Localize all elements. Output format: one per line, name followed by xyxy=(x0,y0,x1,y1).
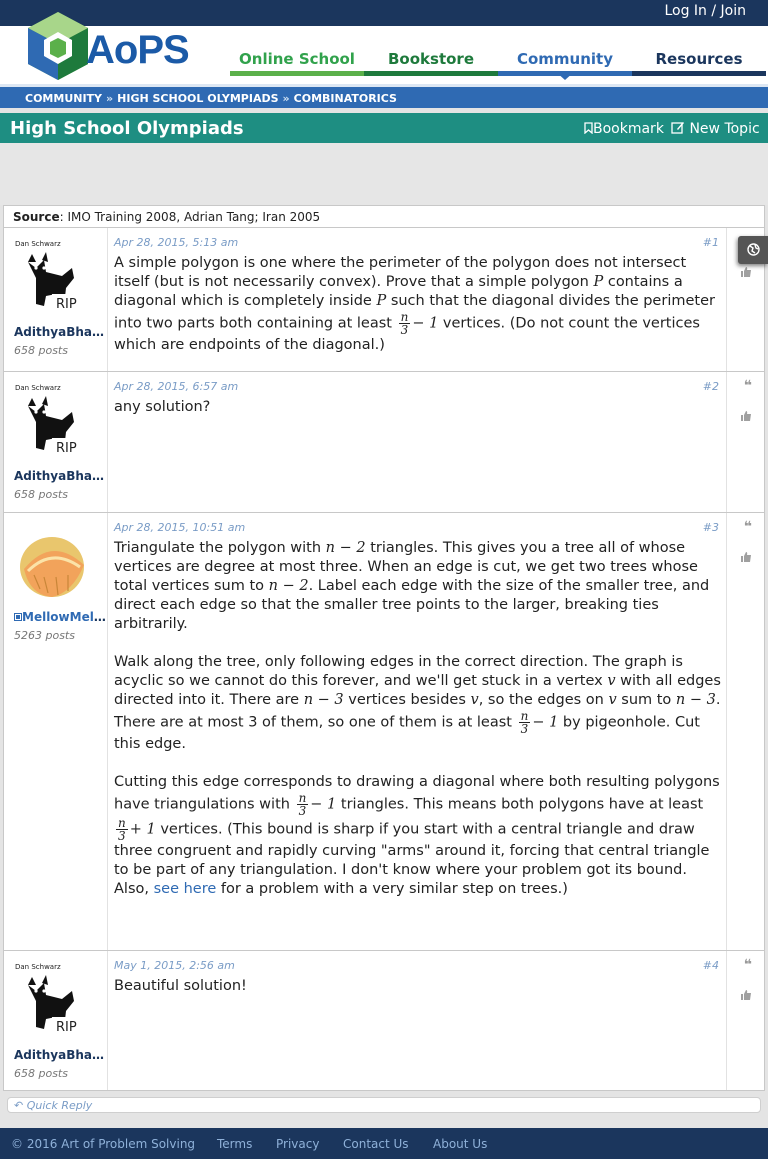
post-date: Apr 28, 2015, 10:51 am xyxy=(114,521,246,534)
svg-text:Dan Schwarz: Dan Schwarz xyxy=(15,963,61,971)
nav-label: Online School xyxy=(239,50,355,68)
globe-button[interactable] xyxy=(738,236,768,264)
nav-online-school[interactable]: Online School xyxy=(230,48,364,76)
math-fraction: n3 xyxy=(116,816,128,843)
source-text: : IMO Training 2008, Adrian Tang; Iran 2… xyxy=(59,210,321,224)
footer-about-link[interactable]: About Us xyxy=(433,1137,487,1151)
post-body: any solution? xyxy=(114,399,211,415)
post-body: Beautiful solution! xyxy=(114,978,247,994)
post-date: Apr 28, 2015, 5:13 am xyxy=(114,236,239,249)
source-label: Source xyxy=(13,210,60,224)
post-1: Dan Schwarz RIP AdithyaBhas... 658 posts… xyxy=(3,228,765,372)
post-author-panel: MellowMelon 5263 posts xyxy=(4,513,108,950)
svg-text:RIP: RIP xyxy=(56,297,77,312)
breadcrumb-separator: » xyxy=(106,92,114,105)
post-number[interactable]: #3 xyxy=(703,521,719,534)
breadcrumb-hso[interactable]: HIGH SCHOOL OLYMPIADS xyxy=(117,92,278,105)
bookmark-button[interactable]: Bookmark xyxy=(584,121,664,137)
black-cat-avatar-icon: Dan Schwarz RIP xyxy=(15,240,80,312)
thumbs-up-icon[interactable] xyxy=(740,551,752,563)
post-body: Triangulate the polygon with n − 2 trian… xyxy=(114,540,721,897)
svg-text:RIP: RIP xyxy=(56,441,77,456)
forum-title[interactable]: High School Olympiads xyxy=(10,118,244,139)
post-actions: ❝ xyxy=(726,372,764,512)
post-author[interactable]: AdithyaBhas... xyxy=(14,1048,106,1062)
svg-text:Dan Schwarz: Dan Schwarz xyxy=(15,384,61,392)
ad-space xyxy=(0,143,768,205)
bookmark-icon xyxy=(584,122,593,135)
post-4: Dan Schwarz RIP AdithyaBhas... 658 posts… xyxy=(3,951,765,1091)
footer-terms-link[interactable]: Terms xyxy=(217,1137,252,1151)
mod-badge-icon xyxy=(14,613,22,621)
post-actions: ❝ xyxy=(726,513,764,950)
nav-label: Resources xyxy=(655,50,743,68)
black-cat-avatar-icon: Dan Schwarz RIP xyxy=(15,384,80,456)
author-post-count: 5263 posts xyxy=(14,629,75,642)
login-join-link[interactable]: Log In / Join xyxy=(664,3,746,19)
svg-text:RIP: RIP xyxy=(56,1020,77,1035)
bookmark-label: Bookmark xyxy=(593,121,664,137)
quote-icon[interactable]: ❝ xyxy=(744,957,752,973)
black-cat-avatar-icon: Dan Schwarz RIP xyxy=(15,963,80,1035)
active-nav-caret xyxy=(556,72,574,80)
reply-icon: ↶ xyxy=(14,1099,24,1112)
globe-icon xyxy=(747,243,760,256)
logo-cube-icon xyxy=(28,12,88,80)
thumbs-up-icon[interactable] xyxy=(740,989,752,1001)
post-date: Apr 28, 2015, 6:57 am xyxy=(114,380,239,393)
breadcrumb: COMMUNITY» HIGH SCHOOL OLYMPIADS» COMBINAT… xyxy=(0,84,768,108)
post-3: MellowMelon 5263 posts Apr 28, 2015, 10:… xyxy=(3,513,765,951)
new-topic-button[interactable]: New Topic xyxy=(671,121,760,137)
avatar[interactable] xyxy=(14,523,92,601)
footer-contact-link[interactable]: Contact Us xyxy=(343,1137,409,1151)
new-topic-label: New Topic xyxy=(689,121,760,137)
avatar[interactable]: Dan Schwarz RIP xyxy=(14,382,92,460)
see-here-link[interactable]: see here xyxy=(154,881,217,897)
breadcrumb-separator: » xyxy=(282,92,290,105)
nav-bookstore[interactable]: Bookstore xyxy=(364,48,498,76)
post-author[interactable]: AdithyaBhas... xyxy=(14,325,106,339)
quick-reply-button[interactable]: ↶ Quick Reply xyxy=(7,1097,761,1113)
footer-copyright: © 2016 Art of Problem Solving xyxy=(11,1137,196,1151)
quote-icon[interactable]: ❝ xyxy=(744,519,752,535)
melon-avatar-icon xyxy=(20,537,84,597)
post-author[interactable]: MellowMelon xyxy=(14,610,106,624)
footer: © 2016 Art of Problem Solving Terms Priv… xyxy=(0,1128,768,1159)
post-number[interactable]: #2 xyxy=(703,380,719,393)
post-author-panel: Dan Schwarz RIP AdithyaBhas... 658 posts xyxy=(4,951,108,1090)
nav-label: Bookstore xyxy=(388,50,474,68)
edit-icon xyxy=(671,122,684,134)
avatar[interactable]: Dan Schwarz RIP xyxy=(14,961,92,1039)
post-date: May 1, 2015, 2:56 am xyxy=(114,959,235,972)
footer-privacy-link[interactable]: Privacy xyxy=(276,1137,319,1151)
breadcrumb-community[interactable]: COMMUNITY xyxy=(25,92,102,105)
avatar[interactable]: Dan Schwarz RIP xyxy=(14,238,92,316)
author-post-count: 658 posts xyxy=(14,344,68,357)
quote-icon[interactable]: ❝ xyxy=(744,378,752,394)
nav-label: Community xyxy=(516,50,614,68)
thumbs-up-icon[interactable] xyxy=(740,266,752,278)
quick-reply-label: Quick Reply xyxy=(26,1099,93,1112)
math-fraction: n3 xyxy=(518,709,531,736)
post-author-panel: Dan Schwarz RIP AdithyaBhas... 658 posts xyxy=(4,372,108,512)
post-number[interactable]: #4 xyxy=(703,959,719,972)
breadcrumb-combinatorics[interactable]: COMBINATORICS xyxy=(294,92,397,105)
post-2: Dan Schwarz RIP AdithyaBhas... 658 posts… xyxy=(3,372,765,513)
thumbs-up-icon[interactable] xyxy=(740,410,752,422)
post-author[interactable]: AdithyaBhas... xyxy=(14,469,106,483)
author-post-count: 658 posts xyxy=(14,1067,68,1080)
math-fraction: n3 xyxy=(296,791,309,818)
svg-text:Dan Schwarz: Dan Schwarz xyxy=(15,240,61,248)
post-author-panel: Dan Schwarz RIP AdithyaBhas... 658 posts xyxy=(4,228,108,371)
author-post-count: 658 posts xyxy=(14,488,68,501)
post-actions: ❝ xyxy=(726,951,764,1090)
nav-resources[interactable]: Resources xyxy=(632,48,766,76)
topic-source: Source: IMO Training 2008, Adrian Tang; … xyxy=(3,205,765,228)
math-fraction: n3 xyxy=(398,310,411,337)
forum-header: High School Olympiads Bookmark New Topic xyxy=(0,113,768,143)
post-number[interactable]: #1 xyxy=(703,236,719,249)
post-body: A simple polygon is one where the perime… xyxy=(114,255,715,353)
logo-wordmark[interactable]: AoPS xyxy=(86,28,190,73)
